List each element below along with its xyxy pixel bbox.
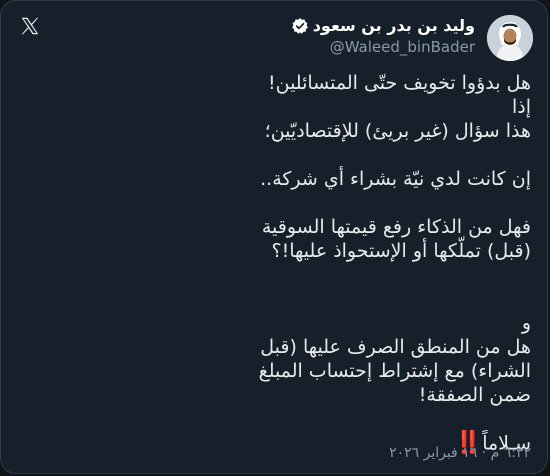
tweet-line: هل بدؤوا تخويف حتّى المتسائلين! [267,72,531,94]
tweet-line: إذا [511,96,531,118]
tweet-timestamp[interactable]: ٦:٣٢ م · ١٦ فبراير ٢٠٢٦ [389,445,531,461]
author-block: وليد بن بدر بن سعود @Waleed_binBader [291,16,475,56]
tweet-text: هل بدؤوا تخويف حتّى المتسائلين! إذا هذا … [15,71,531,456]
tweet-line: فهل من الذكاء رفع قيمتها السوقية [261,216,531,238]
tweet-line: إن كانت لدي نيّة بشراء أي شركة.. [260,168,531,190]
author-handle[interactable]: @Waleed_binBader [291,38,475,56]
author-display-name[interactable]: وليد بن بدر بن سعود [313,16,475,35]
tweet-line: هذا سؤال (غير بريئ) للإقتصاديّين؛ [264,120,531,142]
tweet-line: الشراء) مع إشتراط إحتساب المبلغ [258,360,531,382]
verified-badge-icon [291,17,309,35]
tweet-line: (قبل) تملّكها أو الإستحواذ عليها!؟ [271,240,531,262]
tweet-line: ضمن الصفقة! [418,384,531,406]
x-logo-icon[interactable] [19,15,41,37]
tweet-card: وليد بن بدر بن سعود @Waleed_binBader هل … [0,0,548,474]
tweet-line: هل من المنطق الصرف عليها (قبل [260,336,531,358]
avatar[interactable] [487,15,533,61]
tweet-line: و [521,312,531,334]
author-name-row: وليد بن بدر بن سعود [291,16,475,35]
